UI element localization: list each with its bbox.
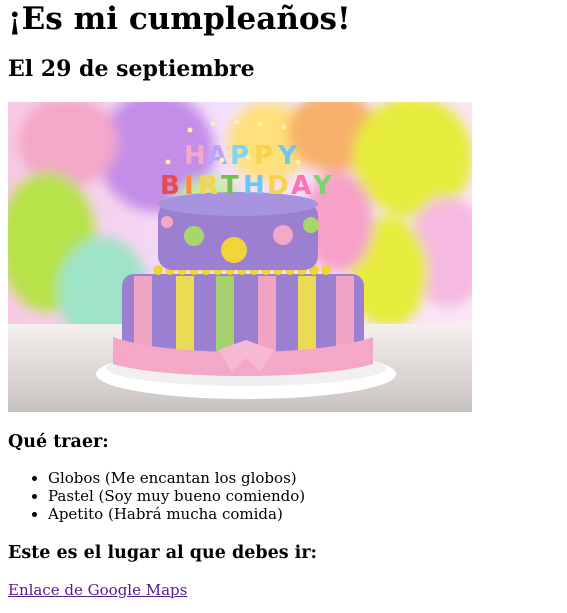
google-maps-link[interactable]: Enlace de Google Maps [8,581,187,599]
svg-text:B: B [160,171,180,201]
svg-text:D: D [267,171,289,201]
place-heading: Este es el lugar al que debes ir: [8,543,317,563]
svg-text:I: I [184,171,194,201]
list-item: Globos (Me encantan los globos) [48,469,559,487]
bring-heading: Qué traer: [8,432,109,452]
svg-text:H: H [184,141,206,171]
map-link-paragraph: Enlace de Google Maps [8,581,559,599]
list-item: Pastel (Soy muy bueno comiendo) [48,487,559,505]
svg-text:Y: Y [312,171,333,201]
svg-text:P: P [230,141,249,171]
date-heading: El 29 de septiembre [8,56,255,82]
list-item: Apetito (Habrá mucha comida) [48,505,559,523]
bring-list: Globos (Me encantan los globos) Pastel (… [8,469,559,523]
svg-text:R: R [198,171,218,201]
svg-text:T: T [221,171,239,201]
svg-text:A: A [207,141,227,171]
svg-text:P: P [254,141,273,171]
page-title: ¡Es mi cumpleaños! [8,1,351,37]
birthday-cake-image: H A P P Y B I R T H D A Y [8,102,472,412]
svg-text:A: A [291,171,311,201]
svg-text:H: H [243,171,265,201]
svg-text:Y: Y [277,141,298,171]
